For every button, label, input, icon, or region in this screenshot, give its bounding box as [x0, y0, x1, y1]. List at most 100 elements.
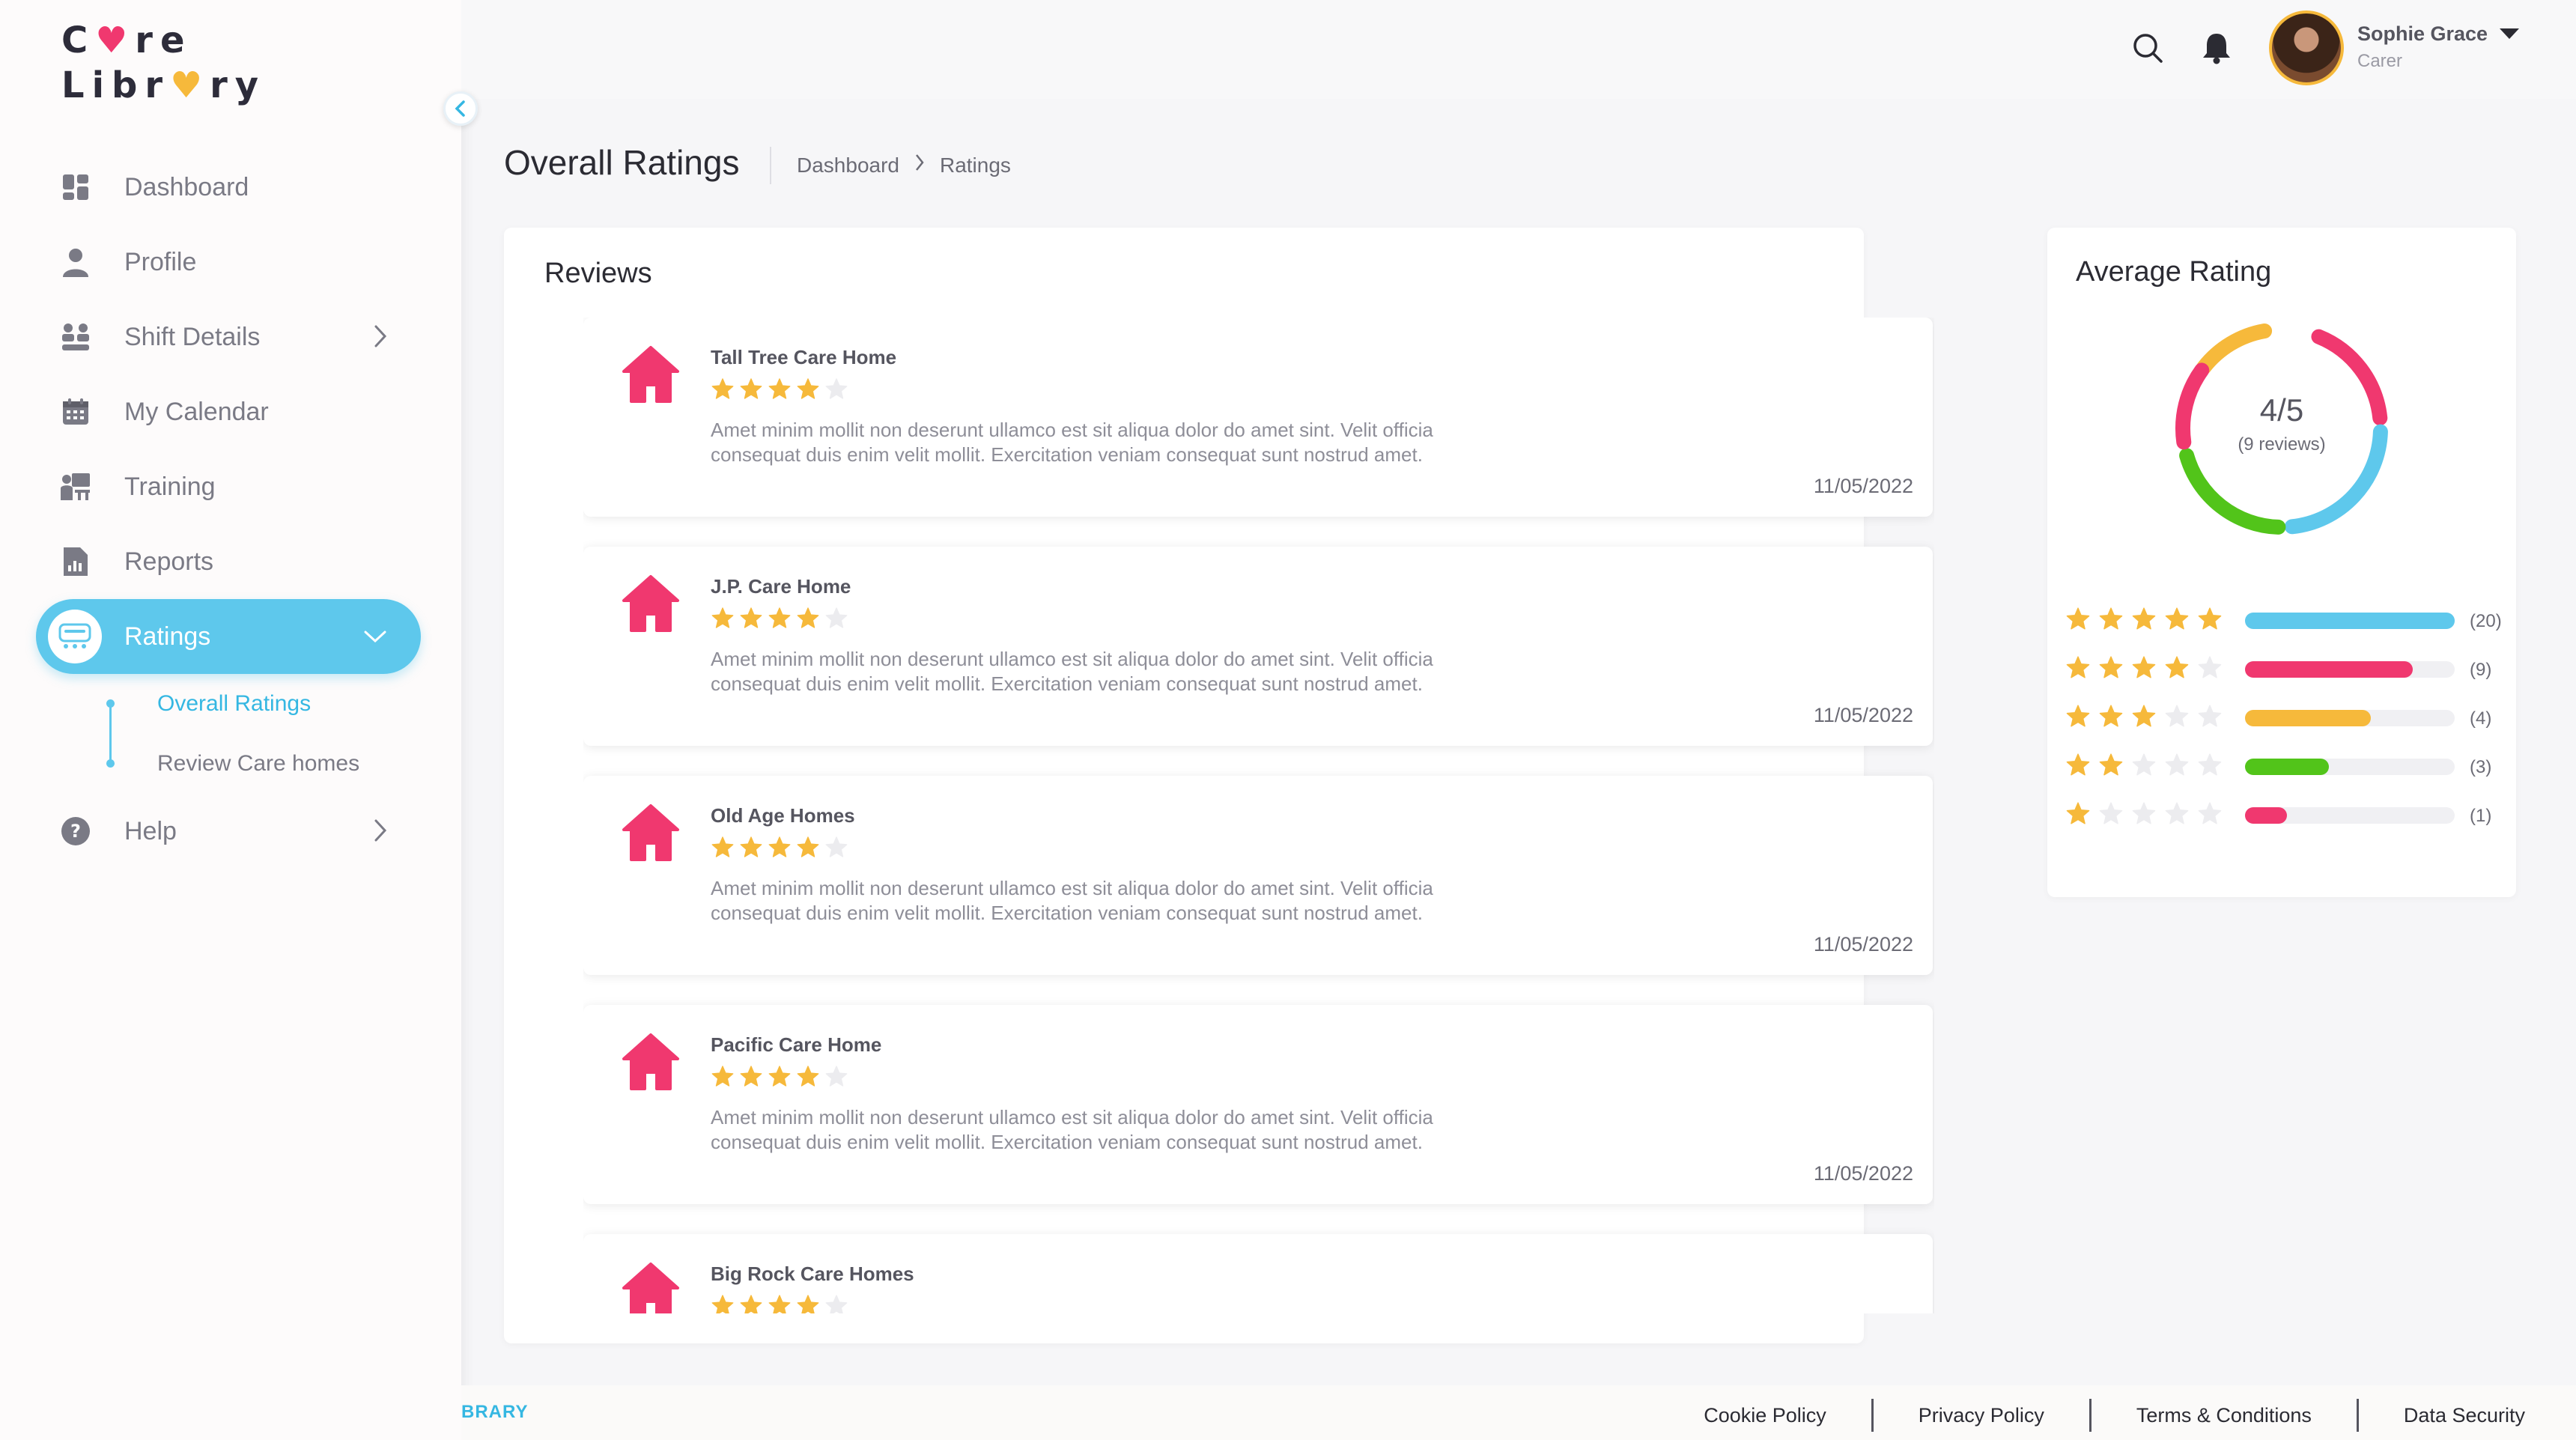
logo-line-1: C♥re: [61, 19, 192, 61]
star-icon: [824, 1294, 848, 1313]
review-stars: [711, 1065, 848, 1093]
star-icon: [2131, 801, 2157, 830]
review-date: 11/05/2022: [1813, 933, 1913, 956]
review-list[interactable]: Tall Tree Care Home Amet minim mollit non…: [583, 318, 1934, 1313]
donut-segment: [2196, 323, 2273, 375]
sidebar-item-training[interactable]: Training: [36, 449, 421, 524]
training-icon: [60, 471, 91, 502]
review-card[interactable]: Tall Tree Care Home Amet minim mollit non…: [583, 318, 1933, 517]
review-card[interactable]: Old Age Homes Amet minim mollit non deser…: [583, 776, 1933, 975]
star-icon: [2098, 607, 2124, 636]
logo-line-2: Libr♥ry: [61, 64, 267, 106]
row-stars: [2065, 704, 2223, 733]
star-icon: [2131, 753, 2157, 782]
avatar[interactable]: [2269, 10, 2344, 85]
footer-link-cookie-policy[interactable]: Cookie Policy: [1704, 1404, 1826, 1427]
star-icon: [2131, 655, 2157, 684]
calendar-icon: [60, 396, 91, 428]
rating-row: (9): [2065, 651, 2500, 699]
breadcrumb-dashboard[interactable]: Dashboard: [797, 154, 899, 177]
rating-bar-track: [2245, 613, 2455, 629]
star-icon: [2164, 704, 2190, 733]
rating-count: (3): [2470, 757, 2492, 777]
bell-icon[interactable]: [2199, 30, 2235, 66]
app-logo[interactable]: C♥re Libr♥ry: [61, 18, 266, 108]
rating-count: (1): [2470, 806, 2492, 826]
star-icon: [739, 1294, 763, 1313]
footer-link-data-security[interactable]: Data Security: [2404, 1404, 2525, 1427]
star-icon: [2197, 655, 2223, 684]
star-icon: [2065, 704, 2091, 733]
review-card[interactable]: Big Rock Care Homes: [583, 1234, 1933, 1313]
star-icon: [2164, 655, 2190, 684]
star-icon: [824, 607, 848, 634]
ratings-subnav: Overall Ratings Review Care homes: [36, 674, 421, 794]
help-icon: ?: [60, 815, 91, 847]
sidebar-item-my-calendar[interactable]: My Calendar: [36, 374, 421, 449]
footer-brand: BRARY: [461, 1402, 529, 1422]
star-icon: [739, 1065, 763, 1093]
sidebar: C♥re Libr♥ry Dashboard Profile Shift Det…: [0, 0, 461, 1440]
review-card[interactable]: J.P. Care Home Amet minim mollit non dese…: [583, 547, 1933, 746]
rating-bar-track: [2245, 710, 2455, 726]
rating-count: (4): [2470, 708, 2492, 729]
footer-divider: [2089, 1399, 2092, 1432]
subnav-line: [109, 701, 112, 764]
sidebar-item-dashboard[interactable]: Dashboard: [36, 150, 421, 225]
star-icon: [2098, 704, 2124, 733]
star-icon: [2065, 753, 2091, 782]
sidebar-item-label: My Calendar: [124, 397, 269, 426]
star-icon: [796, 1065, 820, 1093]
subnav-dot: [106, 759, 115, 768]
footer-link-privacy-policy[interactable]: Privacy Policy: [1919, 1404, 2044, 1427]
user-role: Carer: [2357, 51, 2403, 71]
review-stars: [711, 836, 848, 863]
star-icon: [711, 836, 735, 863]
row-stars: [2065, 801, 2223, 830]
subnav-review-care-homes[interactable]: Review Care homes: [157, 734, 421, 794]
dashboard-icon: [60, 171, 91, 203]
rating-donut-chart: [2175, 323, 2388, 535]
star-icon: [824, 1065, 848, 1093]
subnav-overall-ratings[interactable]: Overall Ratings: [157, 674, 421, 734]
footer: BRARY Cookie Policy Privacy Policy Terms…: [461, 1385, 2576, 1440]
rating-bar-fill: [2245, 613, 2455, 629]
search-icon[interactable]: [2130, 30, 2166, 66]
star-icon: [796, 1294, 820, 1313]
sidebar-item-shift-details[interactable]: Shift Details: [36, 300, 421, 374]
sidebar-item-reports[interactable]: Reports: [36, 524, 421, 599]
sidebar-item-profile[interactable]: Profile: [36, 225, 421, 300]
sidebar-item-help[interactable]: ? Help: [36, 794, 421, 869]
rating-row: (3): [2065, 748, 2500, 797]
caret-down-icon[interactable]: [2498, 27, 2521, 44]
house-icon: [621, 803, 681, 866]
user-name[interactable]: Sophie Grace: [2357, 22, 2488, 46]
care-home-name: Old Age Homes: [711, 804, 855, 827]
average-rating-value: 4/5: [2259, 392, 2304, 428]
star-icon: [2098, 801, 2124, 830]
footer-links: Cookie Policy Privacy Policy Terms & Con…: [1704, 1399, 2525, 1432]
star-icon: [739, 836, 763, 863]
chevron-down-icon: [362, 622, 388, 651]
sidebar-item-label: Dashboard: [124, 172, 249, 201]
rating-bar-track: [2245, 807, 2455, 824]
star-icon: [2065, 607, 2091, 636]
chevron-right-icon: [373, 818, 388, 850]
sidebar-item-label: Training: [124, 472, 216, 501]
footer-link-terms-conditions[interactable]: Terms & Conditions: [2136, 1404, 2312, 1427]
house-icon: [621, 1032, 681, 1096]
star-icon: [768, 607, 792, 634]
collapse-sidebar-button[interactable]: [443, 91, 478, 126]
care-home-name: Big Rock Care Homes: [711, 1263, 914, 1285]
review-date: 11/05/2022: [1813, 1162, 1913, 1185]
star-icon: [2065, 655, 2091, 684]
review-card[interactable]: Pacific Care Home Amet minim mollit non d…: [583, 1005, 1933, 1204]
sidebar-item-ratings[interactable]: Ratings: [36, 599, 421, 674]
row-stars: [2065, 753, 2223, 782]
rating-count: (9): [2470, 660, 2492, 680]
sidebar-item-label: Shift Details: [124, 322, 261, 351]
star-icon: [2164, 607, 2190, 636]
star-icon: [711, 1065, 735, 1093]
star-icon: [2197, 607, 2223, 636]
svg-text:?: ?: [70, 821, 81, 842]
